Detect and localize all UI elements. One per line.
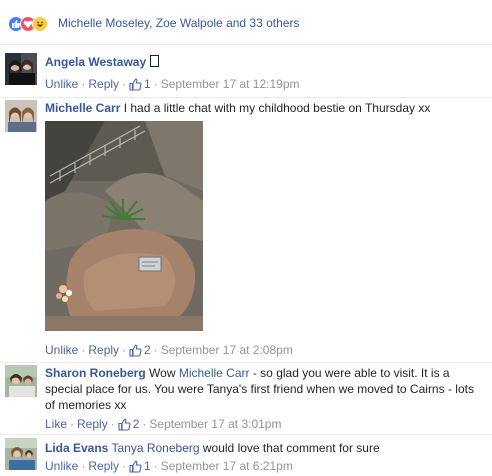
like-count[interactable]: 1 [129, 459, 151, 473]
separator: · [122, 459, 127, 473]
timestamp[interactable]: September 17 at 3:01pm [149, 417, 281, 431]
thumbs-up-icon [129, 78, 142, 91]
comment-photo[interactable] [45, 121, 203, 331]
comment: Sharon Roneberg Wow Michelle Carr - so g… [0, 363, 492, 435]
like-count[interactable]: 1 [129, 77, 151, 91]
reactions-bar: Michelle Moseley, Zoe Walpole and 33 oth… [0, 0, 492, 45]
thumbs-up-icon [129, 460, 142, 473]
comment: Lida Evans Tanya Roneberg would love tha… [0, 435, 492, 476]
separator: · [153, 343, 158, 357]
emoji-placeholder-glyph [150, 55, 160, 67]
separator: · [81, 459, 86, 473]
comment-author[interactable]: Lida Evans [45, 441, 108, 455]
haha-icon [32, 16, 48, 32]
comment-author[interactable]: Michelle Carr [45, 101, 120, 115]
comment-text-before: Wow [149, 366, 179, 380]
reply-button[interactable]: Reply [88, 459, 119, 473]
reply-button[interactable]: Reply [88, 77, 119, 91]
separator: · [81, 77, 86, 91]
comment-text: I had a little chat with my childhood be… [123, 101, 431, 115]
separator: · [110, 417, 115, 431]
reactors-summary-link[interactable]: Michelle Moseley, Zoe Walpole and 33 oth… [58, 16, 299, 30]
comment-text: would love that comment for sure [199, 441, 380, 455]
avatar[interactable] [5, 365, 37, 397]
mention-link[interactable]: Michelle Carr [179, 366, 250, 380]
reply-button[interactable]: Reply [77, 417, 108, 431]
like-count[interactable]: 2 [129, 343, 151, 357]
separator: · [122, 343, 127, 357]
mention-link[interactable]: Tanya Roneberg [111, 441, 199, 455]
separator: · [81, 343, 86, 357]
separator: · [142, 417, 147, 431]
timestamp[interactable]: September 17 at 6:21pm [161, 459, 293, 473]
unlike-button[interactable]: Unlike [45, 343, 78, 357]
separator: · [153, 77, 158, 91]
timestamp[interactable]: September 17 at 2:08pm [161, 343, 293, 357]
separator: · [122, 77, 127, 91]
comment-author[interactable]: Sharon Roneberg [45, 366, 146, 380]
unlike-button[interactable]: Unlike [45, 459, 78, 473]
avatar[interactable] [5, 100, 37, 132]
thumbs-up-icon [129, 344, 142, 357]
separator: · [153, 459, 158, 473]
reply-button[interactable]: Reply [88, 343, 119, 357]
unlike-button[interactable]: Unlike [45, 77, 78, 91]
like-count[interactable]: 2 [118, 417, 139, 431]
like-button[interactable]: Like [45, 417, 67, 431]
separator: · [70, 417, 75, 431]
comment-author[interactable]: Angela Westaway [45, 55, 146, 69]
avatar[interactable] [5, 53, 37, 85]
comment: Angela Westaway Unlike · Reply · 1 · September… [0, 45, 492, 101]
thumbs-up-icon [118, 418, 131, 431]
avatar[interactable] [5, 438, 37, 470]
timestamp[interactable]: September 17 at 12:19pm [161, 77, 300, 91]
